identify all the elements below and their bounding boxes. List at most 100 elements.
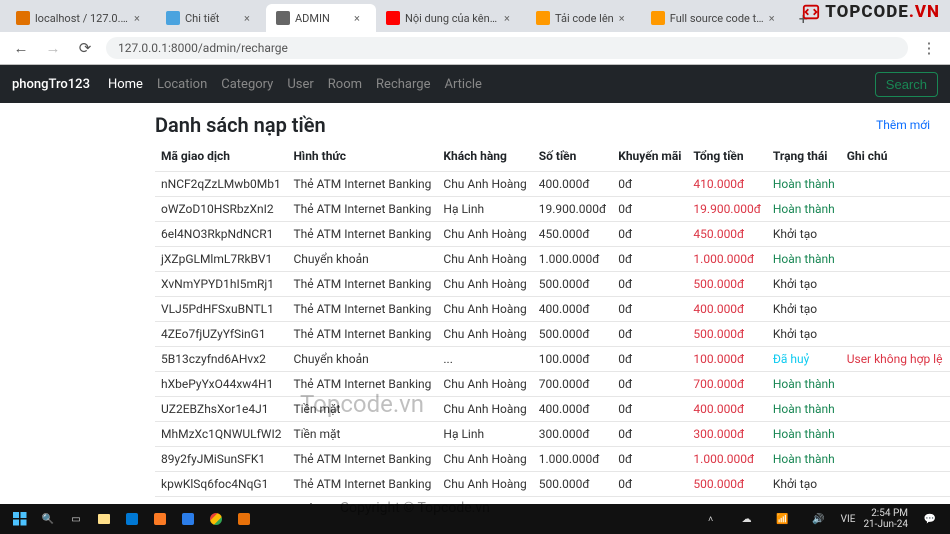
nav-link-location[interactable]: Location (157, 77, 207, 92)
col-header: Tổng tiền (687, 143, 766, 172)
cell-id: nNCF2qZzLMwb0Mb1 (155, 172, 287, 197)
browser-tab-3[interactable]: Nội dung của kênh - YouTube ...× (376, 4, 526, 32)
table-row: hXbePyYxO44xw4H1Thẻ ATM Internet Banking… (155, 372, 950, 397)
cell-id: kpwKlSq6foc4NqG1 (155, 472, 287, 497)
table-row: nNCF2qZzLMwb0Mb1Thẻ ATM Internet Banking… (155, 172, 950, 197)
cell-method: Thẻ ATM Internet Banking (287, 372, 437, 397)
cell-promo: 0đ (612, 347, 687, 372)
nav-link-room[interactable]: Room (328, 77, 362, 92)
cell-customer: ... (437, 347, 532, 372)
favicon-icon (386, 11, 400, 25)
col-header: Số tiền (533, 143, 612, 172)
cell-customer: Chu Anh Hoàng (437, 272, 532, 297)
cell-amount: 1.000.000đ (533, 447, 612, 472)
cell-id: 6el4NO3RkpNdNCR1 (155, 222, 287, 247)
search-button[interactable]: Search (875, 72, 938, 97)
browser-tab-5[interactable]: Full source code tìm kiếm phò...× (641, 4, 791, 32)
back-button[interactable]: ← (10, 39, 32, 57)
cell-method: Thẻ ATM Internet Banking (287, 272, 437, 297)
cell-customer: Hạ Linh (437, 422, 532, 447)
chrome-icon[interactable] (202, 508, 230, 530)
nav-link-recharge[interactable]: Recharge (376, 77, 430, 92)
close-icon[interactable]: × (354, 12, 366, 25)
cell-total: 500.000đ (687, 322, 766, 347)
cell-id: VLJ5PdHFSxuBNTL1 (155, 297, 287, 322)
clock[interactable]: 2:54 PM 21-Jun-24 (863, 508, 908, 530)
cell-id: hXbePyYxO44xw4H1 (155, 372, 287, 397)
col-header: Khách hàng (437, 143, 532, 172)
nav-link-home[interactable]: Home (108, 77, 143, 92)
cell-method: Tiền mặt (287, 397, 437, 422)
cell-note (841, 472, 949, 497)
cell-id: 4ZEo7fjUZyYfSinG1 (155, 322, 287, 347)
favicon-icon (536, 11, 550, 25)
menu-button[interactable]: ⋮ (918, 39, 940, 57)
cell-total: 400.000đ (687, 397, 766, 422)
brand[interactable]: phongTro123 (12, 77, 90, 92)
cell-customer: Chu Anh Hoàng (437, 247, 532, 272)
tray-lang[interactable]: VIE (841, 514, 856, 525)
cell-amount: 100.000đ (533, 347, 612, 372)
clock-time: 2:54 PM (863, 508, 908, 519)
close-icon[interactable]: × (244, 12, 256, 25)
tray-volume-icon[interactable]: 🔊 (805, 508, 833, 530)
forward-button[interactable]: → (42, 39, 64, 57)
cell-promo: 0đ (612, 472, 687, 497)
cell-status: Hoàn thành (767, 447, 841, 472)
xampp-icon[interactable] (146, 508, 174, 530)
close-icon[interactable]: × (134, 12, 146, 25)
nav-link-category[interactable]: Category (221, 77, 273, 92)
explorer-icon[interactable] (90, 508, 118, 530)
app-icon-2[interactable] (230, 508, 258, 530)
cell-customer: Chu Anh Hoàng (437, 172, 532, 197)
browser-tab-2[interactable]: ADMIN × (266, 4, 376, 32)
start-button[interactable] (6, 508, 34, 530)
app-icon-1[interactable] (174, 508, 202, 530)
nav-link-user[interactable]: User (287, 77, 313, 92)
tray-network-icon[interactable]: 📶 (769, 508, 797, 530)
cell-customer: Chu Anh Hoàng (437, 372, 532, 397)
cell-note (841, 397, 949, 422)
cell-method: Thẻ ATM Internet Banking (287, 322, 437, 347)
favicon-icon (16, 11, 30, 25)
table-row: VLJ5PdHFSxuBNTL1Thẻ ATM Internet Banking… (155, 297, 950, 322)
table-row: XvNmYPYD1hI5mRj1Thẻ ATM Internet Banking… (155, 272, 950, 297)
notification-icon[interactable]: 💬 (916, 508, 944, 530)
cell-status: Đã huỷ (767, 347, 841, 372)
tray-cloud-icon[interactable]: ☁ (733, 508, 761, 530)
cell-id: XvNmYPYD1hI5mRj1 (155, 272, 287, 297)
cell-status: Hoàn thành (767, 197, 841, 222)
search-icon[interactable]: 🔍 (34, 508, 62, 530)
col-header: Trạng thái (767, 143, 841, 172)
cell-method: Chuyển khoản (287, 347, 437, 372)
recharge-table: Mã giao dịchHình thứcKhách hàngSố tiềnKh… (155, 143, 950, 505)
cell-status: Hoàn thành (767, 422, 841, 447)
browser-tab-0[interactable]: localhost / 127.0.0.1 / seri_pho...× (6, 4, 156, 32)
cell-method: Chuyển khoản (287, 247, 437, 272)
vscode-icon[interactable] (118, 508, 146, 530)
add-link[interactable]: Thêm mới (876, 118, 930, 132)
col-header: Hình thức (287, 143, 437, 172)
task-view-icon[interactable]: ▭ (62, 508, 90, 530)
reload-button[interactable]: ⟳ (74, 39, 96, 57)
favicon-icon (166, 11, 180, 25)
close-icon[interactable]: × (619, 12, 631, 25)
tray-chevron-icon[interactable]: ˄ (697, 508, 725, 530)
cell-total: 1.000.000đ (687, 447, 766, 472)
cell-method: Tiền mặt (287, 422, 437, 447)
address-bar[interactable]: 127.0.0.1:8000/admin/recharge (106, 37, 908, 59)
table-row: oWZoD10HSRbzXnI2Thẻ ATM Internet Banking… (155, 197, 950, 222)
cell-total: 500.000đ (687, 272, 766, 297)
table-row: 6el4NO3RkpNdNCR1Thẻ ATM Internet Banking… (155, 222, 950, 247)
close-icon[interactable]: × (504, 12, 516, 25)
close-icon[interactable]: × (769, 12, 781, 25)
logo-icon (801, 2, 821, 22)
url-text: 127.0.0.1:8000/admin/recharge (118, 41, 288, 55)
browser-tab-1[interactable]: Chi tiết× (156, 4, 266, 32)
tab-title: ADMIN (295, 12, 349, 25)
table-row: UZ2EBZhsXor1e4J1Tiền mặtChu Anh Hoàng400… (155, 397, 950, 422)
nav-link-article[interactable]: Article (444, 77, 481, 92)
browser-tab-4[interactable]: Tải code lên× (526, 4, 641, 32)
cell-promo: 0đ (612, 372, 687, 397)
cell-promo: 0đ (612, 222, 687, 247)
